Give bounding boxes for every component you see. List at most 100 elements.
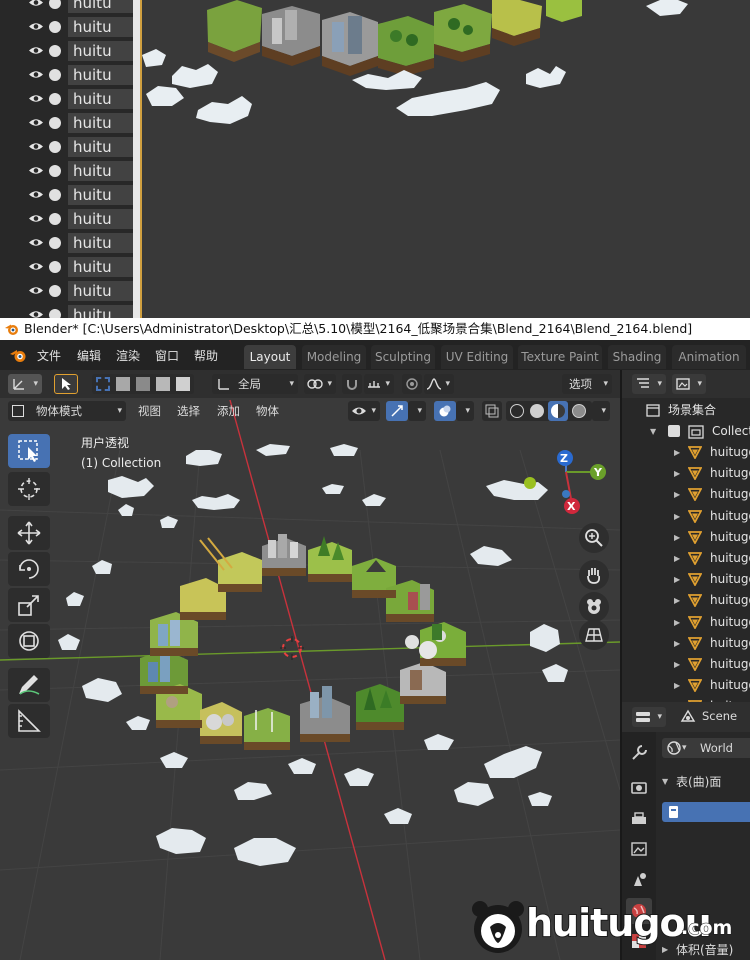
render-dot-icon[interactable] bbox=[49, 285, 61, 297]
render-dot-icon[interactable] bbox=[49, 45, 61, 57]
tab-tool[interactable] bbox=[626, 740, 652, 766]
expand-triangle-icon[interactable]: ▶ bbox=[674, 633, 680, 654]
expand-triangle-icon[interactable]: ▶ bbox=[674, 527, 680, 548]
eye-icon[interactable] bbox=[28, 261, 44, 272]
material-preview-button[interactable] bbox=[548, 401, 568, 421]
outliner-object-row[interactable]: ▶ huitugo bbox=[622, 484, 750, 505]
menu-view[interactable]: 视图 bbox=[138, 401, 161, 421]
tab-view-layer[interactable] bbox=[626, 836, 652, 862]
snap-toggle[interactable] bbox=[342, 374, 362, 394]
rendered-shading-icon[interactable] bbox=[572, 404, 586, 418]
tool-measure[interactable] bbox=[8, 704, 50, 738]
pivot-point-dropdown[interactable]: ▾ bbox=[304, 374, 336, 394]
crop-outliner-row[interactable]: huitu bbox=[0, 87, 133, 111]
outliner-object-row[interactable]: ▶ huitugo bbox=[622, 506, 750, 527]
crop-outliner-row[interactable]: huitu bbox=[0, 303, 133, 318]
wireframe-shading-icon[interactable] bbox=[510, 404, 524, 418]
render-dot-icon[interactable] bbox=[49, 141, 61, 153]
menu-edit[interactable]: 编辑 bbox=[77, 347, 101, 364]
outliner-collection[interactable]: ▼ Collection bbox=[622, 421, 750, 442]
render-dot-icon[interactable] bbox=[49, 309, 61, 318]
show-gizmo-toggle[interactable] bbox=[386, 401, 408, 421]
outliner-object-row[interactable]: ▶ huitugo bbox=[622, 654, 750, 675]
menu-window[interactable]: 窗口 bbox=[155, 347, 179, 364]
expand-triangle-icon[interactable]: ▶ bbox=[674, 612, 680, 633]
eye-icon[interactable] bbox=[28, 21, 44, 32]
expand-triangle-icon[interactable]: ▶ bbox=[674, 442, 680, 463]
crop-outliner-row[interactable]: huitu bbox=[0, 135, 133, 159]
gizmo-neg-y-axis[interactable] bbox=[524, 477, 536, 489]
select-invert-icon[interactable] bbox=[156, 377, 170, 391]
tab-texture-paint[interactable]: Texture Paint bbox=[518, 345, 602, 369]
eye-icon[interactable] bbox=[28, 45, 44, 56]
eye-icon[interactable] bbox=[28, 237, 44, 248]
select-extend-icon[interactable] bbox=[116, 377, 130, 391]
surface-node-field[interactable] bbox=[662, 802, 750, 822]
crop-outliner-row[interactable]: huitu bbox=[0, 207, 133, 231]
render-dot-icon[interactable] bbox=[49, 93, 61, 105]
3d-viewport[interactable]: Z Y X ▾ 全局 ▾ ▾ ▾ ▾ 选项 ▾ 物体模式 ▾ 视图 选择 添加 … bbox=[0, 370, 620, 960]
crop-outliner-row[interactable]: huitu bbox=[0, 63, 133, 87]
proportional-falloff-dropdown[interactable]: ▾ bbox=[424, 374, 454, 394]
expand-triangle-icon[interactable]: ▶ bbox=[674, 484, 680, 505]
tab-output[interactable] bbox=[626, 806, 652, 832]
crop-outliner-row[interactable]: huitu bbox=[0, 0, 133, 15]
surface-panel-header[interactable]: ▼ 表(曲)面 bbox=[658, 772, 750, 792]
menu-render[interactable]: 渲染 bbox=[116, 347, 140, 364]
scene-name[interactable]: Scene bbox=[702, 706, 737, 726]
transform-orientation-dropdown[interactable]: 全局 ▾ bbox=[212, 374, 298, 394]
menu-file[interactable]: 文件 bbox=[37, 347, 61, 364]
pan-button[interactable] bbox=[579, 560, 609, 590]
object-mode-dropdown[interactable]: 物体模式 ▾ bbox=[8, 401, 126, 421]
display-mode-dropdown[interactable]: ▾ bbox=[672, 374, 706, 394]
shading-dropdown[interactable]: ▾ bbox=[592, 401, 610, 421]
eye-icon[interactable] bbox=[28, 93, 44, 104]
eye-icon[interactable] bbox=[28, 189, 44, 200]
snap-target-dropdown[interactable]: ▾ bbox=[364, 374, 394, 394]
expand-triangle-icon[interactable]: ▶ bbox=[674, 590, 680, 611]
tab-scene[interactable] bbox=[626, 866, 652, 892]
crop-outliner-row[interactable]: huitu bbox=[0, 159, 133, 183]
crop-outliner-row[interactable]: huitu bbox=[0, 39, 133, 63]
tool-cursor[interactable] bbox=[8, 472, 50, 506]
render-dot-icon[interactable] bbox=[49, 189, 61, 201]
menu-select[interactable]: 选择 bbox=[177, 401, 200, 421]
tab-uv-editing[interactable]: UV Editing bbox=[441, 345, 513, 369]
crop-outliner-row[interactable]: huitu bbox=[0, 111, 133, 135]
crop-outliner-row[interactable]: huitu bbox=[0, 15, 133, 39]
expand-triangle-icon[interactable]: ▶ bbox=[674, 548, 680, 569]
select-tool-button[interactable] bbox=[54, 374, 78, 394]
tab-sculpting[interactable]: Sculpting bbox=[371, 345, 435, 369]
expand-triangle-icon[interactable]: ▶ bbox=[674, 463, 680, 484]
render-dot-icon[interactable] bbox=[49, 117, 61, 129]
tab-shading[interactable]: Shading bbox=[608, 345, 666, 369]
xray-toggle[interactable] bbox=[482, 401, 502, 421]
editor-type-button[interactable]: ▾ bbox=[8, 374, 42, 394]
outliner-object-row[interactable]: ▶ huitugo bbox=[622, 612, 750, 633]
tab-render[interactable] bbox=[626, 774, 652, 800]
checkbox-icon[interactable] bbox=[668, 425, 680, 437]
eye-icon[interactable] bbox=[28, 285, 44, 296]
eye-icon[interactable] bbox=[28, 213, 44, 224]
outliner-object-row[interactable]: ▶ huitugo bbox=[622, 633, 750, 654]
render-dot-icon[interactable] bbox=[49, 237, 61, 249]
outliner-scene-collection[interactable]: 场景集合 bbox=[622, 400, 750, 421]
render-dot-icon[interactable] bbox=[49, 69, 61, 81]
menu-add[interactable]: 添加 bbox=[217, 401, 240, 421]
overlays-dropdown[interactable]: ▾ bbox=[456, 401, 474, 421]
select-intersect-icon[interactable] bbox=[176, 377, 190, 391]
outliner-object-row[interactable]: ▶ huitugo bbox=[622, 569, 750, 590]
outliner-object-row[interactable]: ▶ huitugo bbox=[622, 548, 750, 569]
world-datablock-selector[interactable]: ▾ World bbox=[662, 738, 750, 758]
outliner-object-row[interactable]: ▶ huitugo bbox=[622, 675, 750, 696]
render-dot-icon[interactable] bbox=[49, 165, 61, 177]
expand-triangle-icon[interactable]: ▶ bbox=[674, 569, 680, 590]
tab-animation[interactable]: Animation bbox=[672, 345, 746, 369]
select-new-icon[interactable] bbox=[96, 377, 110, 391]
camera-view-button[interactable] bbox=[579, 592, 609, 622]
outliner-object-row[interactable]: ▶ huitugo bbox=[622, 590, 750, 611]
render-dot-icon[interactable] bbox=[49, 261, 61, 273]
tool-annotate[interactable] bbox=[8, 668, 50, 702]
expand-triangle-icon[interactable]: ▶ bbox=[674, 654, 680, 675]
outliner-object-row[interactable]: ▶ huitugo bbox=[622, 527, 750, 548]
